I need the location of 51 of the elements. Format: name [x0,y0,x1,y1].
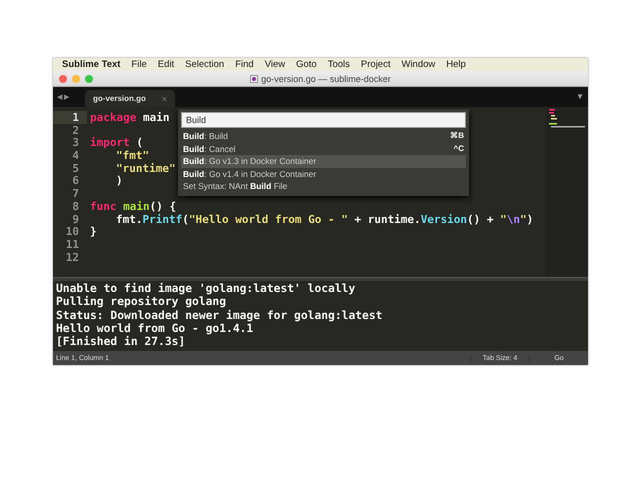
editor-tab[interactable]: go-version.go × [85,90,175,107]
code-line: } [90,225,97,238]
output-line: Pulling repository golang [56,295,226,309]
code-line: "fmt" [116,149,150,162]
menu-item[interactable]: Find [235,59,254,70]
menu-item[interactable]: Tools [328,59,350,70]
line-number: 2 [71,124,80,136]
line-number: 8 [71,200,80,212]
dropdown-icon[interactable]: ▼ [576,92,584,101]
code-line: "runtime" [116,162,176,175]
menu-item[interactable]: Project [360,59,390,70]
line-number: 11 [64,238,80,251]
menu-item[interactable]: Goto [296,59,317,70]
command-item[interactable]: Build: Build ⌘B [181,130,466,142]
code-line: package main [90,111,170,124]
code-line: fmt.Printf("Hello world from Go - " + runtime.Version() + "\n") [116,212,534,226]
command-item[interactable]: Build: Go v1.4 in Docker Container [181,168,466,180]
close-button[interactable] [59,74,67,82]
code-line: ) [116,174,123,188]
code-line: func main() { [90,200,176,213]
line-number: 4 [71,149,80,162]
line-number: 5 [71,162,80,174]
line-number: 3 [71,136,80,150]
command-item[interactable]: Build: Go v1.3 in Docker Container [181,155,466,168]
line-number: 6 [71,174,80,188]
search-field[interactable]: Build [181,112,466,128]
zoom-button[interactable] [85,74,93,82]
line-number: 1 [53,111,87,124]
shortcut-label: ^C [454,142,464,154]
minimize-button[interactable] [72,74,80,82]
command-item[interactable]: Build: Cancel ^C [181,142,466,155]
line-number: 7 [71,187,80,200]
file-icon [250,74,258,82]
menu-item[interactable]: Selection [185,59,224,70]
code-line: import ( [90,136,143,150]
menu-item[interactable]: Edit [158,59,174,70]
line-number: 9 [71,212,80,226]
output-line: Unable to find image 'golang:latest' locally [56,282,356,296]
menu-item[interactable]: Help [446,59,466,70]
menu-item[interactable]: File [131,59,147,70]
window-title: go-version.go — sublime-docker [261,74,391,84]
output-line: [Finished in 27.3s] [56,335,186,348]
output-line: Status: Downloaded newer image for golang:latest [56,308,384,322]
shortcut-label: ⌘B [450,130,464,142]
menu-item[interactable]: View [264,59,286,70]
command-item[interactable]: Set Syntax: NAnt Build File [181,180,466,192]
line-number: 10 [64,225,80,238]
output-line: Hello world from Go - go1.4.1 [56,322,254,336]
line-number: 12 [64,250,80,264]
menu-item[interactable]: Window [401,59,436,70]
app-menu[interactable]: Sublime Text [62,59,120,70]
